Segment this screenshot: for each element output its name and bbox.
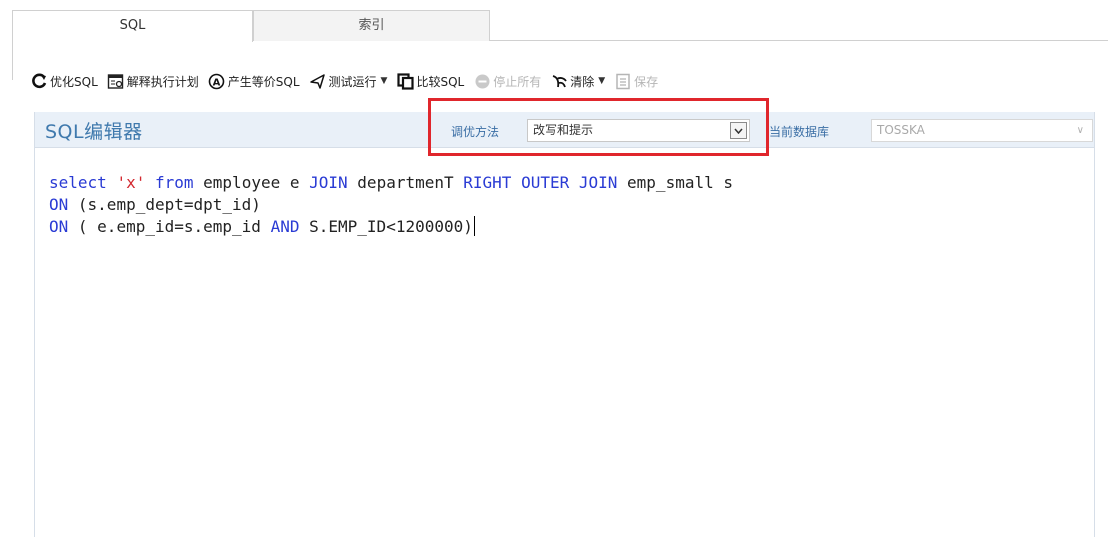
current-db-label: 当前数据库	[769, 125, 830, 139]
tuning-method-select[interactable]: 改写和提示	[527, 119, 750, 142]
save-label: 保存	[634, 74, 659, 89]
editor-title: SQL编辑器	[45, 121, 143, 143]
tuning-method-label: 调优方法	[451, 125, 500, 139]
chevron-down-icon[interactable]	[730, 122, 747, 139]
editor-header: SQL编辑器 调优方法 改写和提示 当前数据库 TOSSKA ∨	[35, 112, 1094, 148]
broom-icon	[550, 72, 568, 90]
text-cursor	[473, 216, 475, 236]
current-db-select[interactable]: TOSSKA ∨	[871, 119, 1093, 142]
tab-index[interactable]: 索引	[253, 10, 490, 41]
toolbar: 优化SQL 解释执行计划 A 产生等价SQL 测试运行 ▼ 比较SQL 停止所有	[30, 68, 667, 94]
clear-button[interactable]: 清除 ▼	[550, 72, 605, 90]
stop-circle-icon	[473, 72, 491, 90]
panel-border	[12, 40, 13, 80]
optimize-sql-label: 优化SQL	[50, 74, 98, 89]
gen-equiv-sql-label: 产生等价SQL	[227, 74, 300, 89]
compare-sql-label: 比较SQL	[416, 74, 465, 89]
copy-compare-icon	[396, 72, 414, 90]
save-doc-icon	[614, 72, 632, 90]
explain-plan-button[interactable]: 解释执行计划	[107, 72, 199, 90]
clear-label: 清除	[570, 74, 595, 89]
current-db-value: TOSSKA	[877, 123, 925, 137]
run-flag-icon	[309, 72, 327, 90]
tab-sql[interactable]: SQL	[12, 10, 253, 42]
stop-all-label: 停止所有	[493, 74, 542, 89]
refresh-arrow-icon	[30, 72, 48, 90]
chevron-down-icon[interactable]: ▼	[598, 76, 605, 86]
code-line-2: ON (s.emp_dept=dpt_id)	[49, 195, 261, 214]
tab-bar: SQL 索引	[0, 0, 1108, 80]
tab-divider	[490, 40, 1108, 41]
code-line-1: select 'x' from employee e JOIN departme…	[49, 173, 733, 192]
chevron-down-icon: ∨	[1076, 125, 1084, 136]
test-run-button[interactable]: 测试运行 ▼	[309, 72, 388, 90]
circle-a-icon: A	[208, 72, 226, 90]
compare-sql-button[interactable]: 比较SQL	[396, 72, 464, 90]
sql-editor: SQL编辑器 调优方法 改写和提示 当前数据库 TOSSKA ∨ select …	[34, 112, 1095, 537]
save-button[interactable]: 保存	[614, 72, 658, 90]
sql-code-area[interactable]: select 'x' from employee e JOIN departme…	[49, 172, 733, 238]
explain-plan-label: 解释执行计划	[126, 74, 199, 89]
plan-table-icon	[107, 72, 125, 90]
test-run-label: 测试运行	[328, 74, 377, 89]
tuning-method-value: 改写和提示	[533, 123, 594, 137]
svg-text:A: A	[213, 77, 221, 88]
chevron-down-icon[interactable]: ▼	[381, 76, 388, 86]
stop-all-button[interactable]: 停止所有	[473, 72, 541, 90]
gen-equiv-sql-button[interactable]: A 产生等价SQL	[208, 72, 300, 90]
code-line-3: ON ( e.emp_id=s.emp_id AND S.EMP_ID<1200…	[49, 216, 475, 236]
optimize-sql-button[interactable]: 优化SQL	[30, 72, 98, 90]
